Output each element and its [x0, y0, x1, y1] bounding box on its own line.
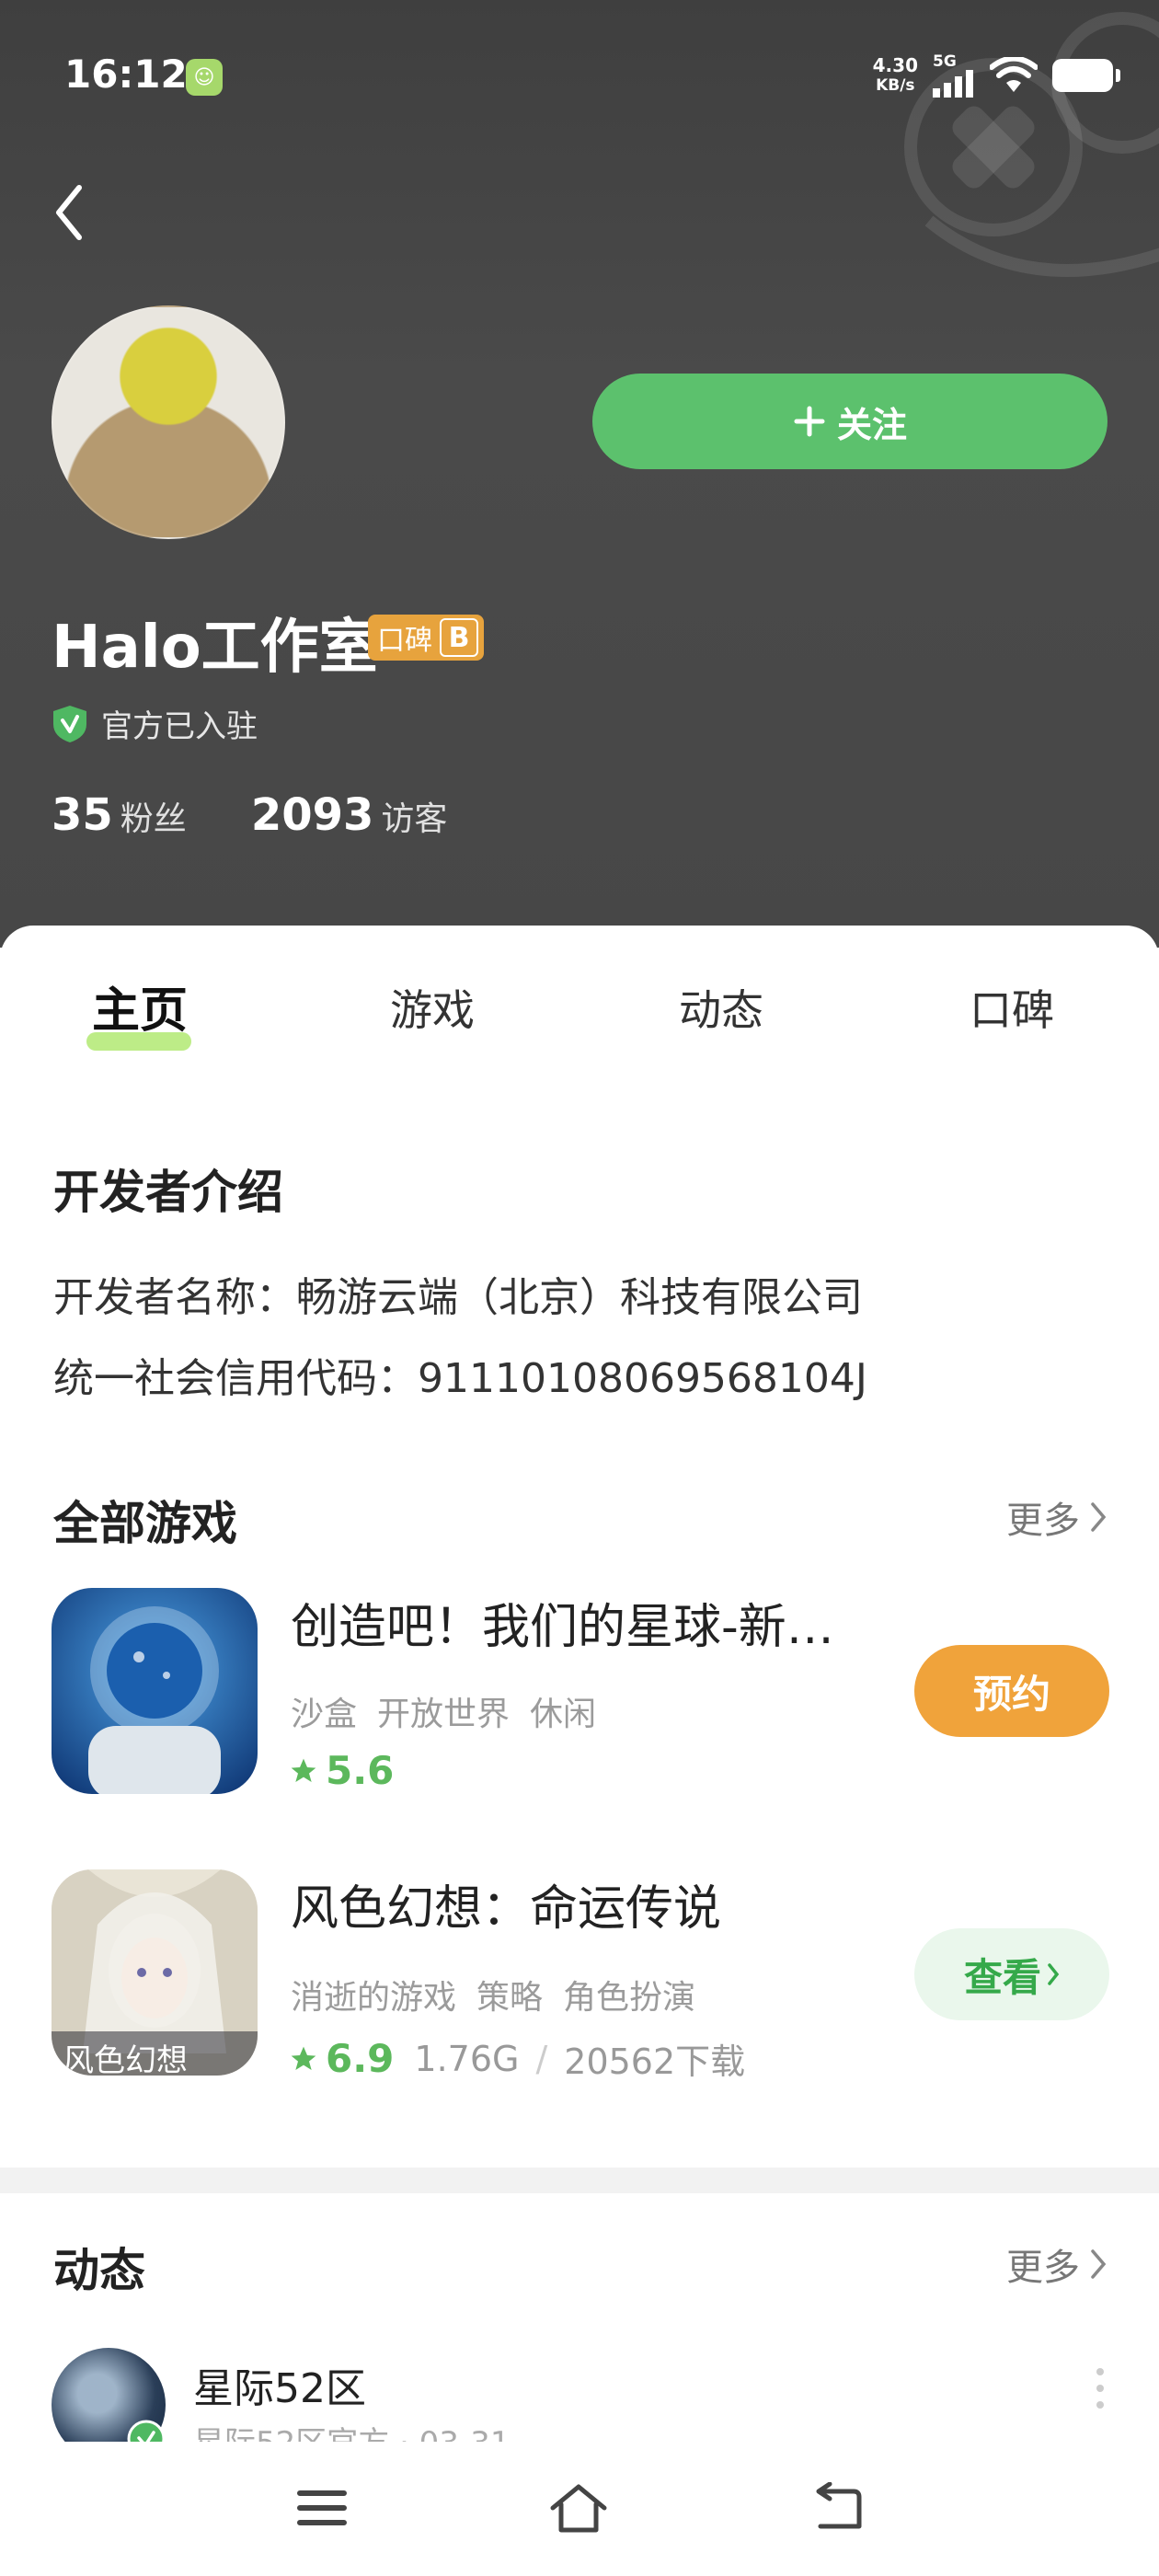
signal-group: 5G: [933, 53, 975, 98]
game-rating: 5.6: [289, 1748, 394, 1793]
chevron-right-icon: [1091, 1502, 1107, 1532]
more-label: 更多: [1006, 1500, 1080, 1542]
visitors-count: 2093: [250, 789, 374, 841]
visitors-label: 访客: [381, 800, 448, 838]
game-tag: 消逝的游戏: [291, 1979, 457, 2017]
chevron-right-icon: [1091, 2249, 1107, 2279]
studio-name: Halo工作室: [52, 614, 378, 682]
signal-type: 5G: [933, 52, 957, 71]
post-author-name[interactable]: 星际52区: [193, 2355, 366, 2414]
more-label: 更多: [1006, 2247, 1080, 2289]
status-time: 16:12: [64, 52, 188, 97]
game-tag: 策略: [476, 1979, 544, 2017]
section-divider: [0, 2168, 1159, 2193]
all-games-more-link[interactable]: 更多: [1006, 1490, 1107, 1544]
rating-value: 5.6: [326, 1748, 395, 1793]
star-icon: [291, 1758, 316, 1782]
credit-code-line: 统一社会信用代码：91110108069568104J: [53, 1355, 867, 1402]
net-speed-value: 4.30: [872, 54, 918, 76]
chevron-right-icon: [1048, 1963, 1060, 1985]
game-icon[interactable]: 风色幻想: [52, 1869, 258, 2076]
game-tag: 沙盒: [291, 1696, 358, 1733]
dynamics-more-link[interactable]: 更多: [1006, 2237, 1107, 2291]
game-icon-caption: 风色幻想: [63, 2042, 188, 2076]
reputation-label: 口碑: [377, 625, 432, 657]
game-size: 1.76G: [414, 2038, 520, 2079]
game-tags: 沙盒 开放世界 休闲: [291, 1687, 596, 1735]
all-games-title: 全部游戏: [53, 1497, 237, 1550]
status-indicators: 4.30 KB/s 5G: [873, 53, 1120, 98]
more-options-icon[interactable]: [1096, 2368, 1104, 2409]
rating-value: 6.9: [326, 2036, 395, 2081]
game-title[interactable]: 创造吧！我们的星球-新…: [291, 1588, 834, 1657]
game-downloads: 20562下载: [564, 2041, 746, 2082]
fans-stat[interactable]: 35 粉丝: [52, 789, 187, 841]
star-icon: [291, 2046, 316, 2070]
follow-button[interactable]: 关注: [592, 374, 1107, 469]
plus-icon: [794, 406, 825, 437]
game-rating: 6.9 1.76G / 20562下载: [289, 2033, 745, 2084]
menu-icon[interactable]: [296, 2488, 348, 2528]
dynamics-title: 动态: [53, 2244, 145, 2297]
home-icon[interactable]: [548, 2482, 609, 2534]
signal-icon: [933, 70, 973, 98]
game-tags: 消逝的游戏 策略 角色扮演: [291, 1971, 695, 2018]
tab-bar: 主页 游戏 动态 口碑: [0, 968, 1159, 1051]
view-button[interactable]: 查看: [914, 1928, 1109, 2020]
reputation-badge[interactable]: 口碑 B: [368, 615, 484, 661]
back-icon[interactable]: [809, 2482, 865, 2534]
fans-count: 35: [52, 789, 113, 841]
game-title[interactable]: 风色幻想：命运传说: [291, 1869, 721, 1938]
tab-reputation[interactable]: 口碑: [970, 977, 1054, 1038]
battery-icon: [1052, 59, 1120, 92]
developer-intro-title: 开发者介绍: [53, 1166, 283, 1219]
reserve-button[interactable]: 预约: [914, 1645, 1109, 1737]
tab-dynamics[interactable]: 动态: [679, 977, 763, 1038]
tab-home[interactable]: 主页: [92, 972, 188, 1041]
game-tag: 角色扮演: [563, 1979, 696, 2017]
game-icon[interactable]: [52, 1588, 258, 1794]
official-text: 官方已入驻: [101, 708, 258, 745]
reputation-grade: B: [440, 618, 478, 657]
net-speed: 4.30 KB/s: [873, 55, 918, 96]
tab-games[interactable]: 游戏: [390, 977, 475, 1038]
view-label: 查看: [963, 1954, 1041, 2000]
verified-shield-icon: [53, 705, 86, 742]
system-nav-bar: [0, 2442, 1159, 2576]
follow-label: 关注: [836, 404, 907, 445]
developer-name-line: 开发者名称：畅游云端（北京）科技有限公司: [53, 1274, 863, 1321]
game-tag: 休闲: [530, 1696, 597, 1733]
official-verified: 官方已入驻: [52, 701, 258, 746]
back-arrow-icon[interactable]: [52, 180, 88, 245]
fans-label: 粉丝: [120, 800, 187, 838]
stats-row: 35 粉丝 2093 访客: [52, 789, 447, 841]
wifi-icon: [990, 57, 1038, 92]
app-notification-icon: ☺: [186, 59, 223, 96]
game-tag: 开放世界: [377, 1696, 511, 1733]
meta-separator: /: [535, 2038, 548, 2079]
studio-avatar[interactable]: [52, 305, 285, 539]
net-speed-unit: KB/s: [876, 76, 915, 95]
visitors-stat: 2093 访客: [251, 789, 448, 841]
